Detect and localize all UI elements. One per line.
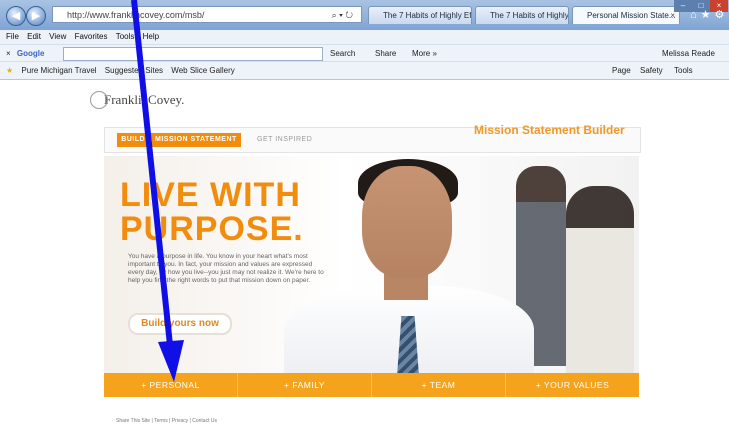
favorites-bar: ★ Pure Michigan Travel Suggested Sites W… [0,61,729,80]
google-more-button[interactable]: More » [412,45,437,62]
menu-edit[interactable]: Edit [27,32,41,41]
google-search-input[interactable] [63,47,323,61]
tab-get-inspired[interactable]: GET INSPIRED [257,133,312,147]
command-safety[interactable]: Safety [640,62,663,79]
nav-your-values[interactable]: + YOUR VALUES [506,373,639,397]
nav-team[interactable]: + TEAM [372,373,506,397]
nav-family[interactable]: + FAMILY [238,373,372,397]
google-user-menu[interactable]: Melissa Reade [662,45,715,62]
google-share-button[interactable]: Share [375,45,396,62]
background-person-woman [566,186,634,373]
hero-banner: LIVE WITH PURPOSE. You have a purpose in… [104,156,639,373]
menu-help[interactable]: Help [143,32,159,41]
home-star-gear-icons[interactable]: ⌂★⚙ [690,8,728,21]
franklincovey-logo[interactable]: FranklinCovey. [90,91,185,109]
google-toolbar: × Google Search Share More » Melissa Rea… [0,44,729,62]
nav-personal[interactable]: + PERSONAL [104,373,238,397]
browser-titlebar: ◀ ▶ http://www.franklincovey.com/msb/ ⌕ … [0,0,729,30]
builder-title: Mission Statement Builder [474,123,625,137]
menu-tools[interactable]: Tools [116,32,135,41]
google-search-button[interactable]: Search [330,45,355,62]
command-tools[interactable]: Tools [674,62,693,79]
address-text: http://www.franklincovey.com/msb/ [67,10,205,20]
tab-label: The 7 Habits of Highly Eff... [490,11,569,20]
back-button[interactable]: ◀ [6,6,26,26]
hero-headline: LIVE WITH PURPOSE. [120,178,304,246]
forward-button[interactable]: ▶ [26,6,46,26]
tab-habits-1[interactable]: The 7 Habits of Highly Eff... [368,6,472,24]
fav-web-slice-gallery[interactable]: Web Slice Gallery [171,66,234,75]
close-toolbar-icon[interactable]: × [6,49,11,58]
headline-line-1: LIVE WITH [120,176,301,214]
refresh-icon[interactable]: ⌕ ▾ ↻ [332,7,353,22]
fav-pure-michigan[interactable]: Pure Michigan Travel [21,66,96,75]
tab-mission-statement[interactable]: Personal Mission State... × [572,6,680,24]
mission-type-nav: + PERSONAL + FAMILY + TEAM + YOUR VALUES [104,373,639,397]
address-bar[interactable]: http://www.franklincovey.com/msb/ ⌕ ▾ ↻ [52,6,362,23]
google-logo: Google [16,49,45,58]
headline-line-2: PURPOSE. [120,210,304,248]
logo-mark-icon [90,91,108,109]
tab-label: The 7 Habits of Highly Eff... [383,11,472,20]
tab-label: Personal Mission State... [587,11,676,20]
favorites-star-icon[interactable]: ★ [6,66,13,75]
menu-bar: File Edit View Favorites Tools Help [0,30,729,44]
footer-links[interactable]: Share This Site | Terms | Privacy | Cont… [116,418,217,424]
hero-intro-text: You have a purpose in life. You know in … [128,253,324,284]
menu-view[interactable]: View [49,32,66,41]
man-face [362,166,452,278]
build-yours-now-button[interactable]: Build yours now [128,313,232,335]
menu-file[interactable]: File [6,32,19,41]
command-page[interactable]: Page [612,62,631,79]
logo-text: FranklinCovey. [104,92,185,107]
fav-suggested-sites[interactable]: Suggested Sites [105,66,163,75]
tab-build-mission-statement[interactable]: BUILD A MISSION STATEMENT [117,133,241,147]
menu-favorites[interactable]: Favorites [75,32,108,41]
tab-habits-2[interactable]: The 7 Habits of Highly Eff... [475,6,569,24]
